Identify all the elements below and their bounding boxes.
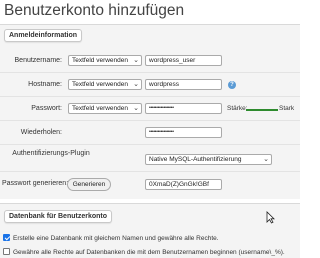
database-legend: Datenbank für Benutzerkonto: [4, 210, 113, 223]
username-label: Benutzername:: [14, 57, 62, 64]
grant-wildcard-label: Gewähre alle Rechte auf Datenbanken die …: [13, 249, 285, 256]
row-divider: [0, 144, 300, 145]
database-fieldset: Datenbank für Benutzerkonto Erstelle ein…: [0, 203, 300, 258]
create-database-option[interactable]: Erstelle eine Datenbank mit gleichem Nam…: [3, 234, 219, 242]
grant-wildcard-checkbox[interactable]: [3, 248, 10, 255]
create-database-checkbox[interactable]: [3, 234, 10, 241]
row-divider: [0, 96, 300, 97]
password-mode-value: Textfeld verwenden: [72, 105, 129, 112]
auth-plugin-select[interactable]: Native MySQL-Authentifizierung ⌄: [145, 154, 272, 165]
generate-password-label: Passwort generieren:: [2, 180, 69, 187]
generated-password-input[interactable]: 0XmaD(Z)GnGk!GBf: [145, 179, 222, 190]
strength-label: Stärke:: [227, 105, 248, 112]
chevron-down-icon: ⌄: [263, 156, 269, 163]
username-mode-select[interactable]: Textfeld verwenden ⌄: [68, 55, 142, 66]
hostname-mode-value: Textfeld verwenden: [72, 81, 129, 88]
row-divider: [0, 120, 300, 121]
generate-button[interactable]: Generieren: [67, 178, 111, 191]
hostname-mode-select[interactable]: Textfeld verwenden ⌄: [68, 79, 142, 90]
chevron-down-icon: ⌄: [133, 81, 139, 88]
auth-plugin-value: Native MySQL-Authentifizierung: [149, 156, 242, 163]
create-database-label: Erstelle eine Datenbank mit gleichem Nam…: [13, 235, 219, 242]
login-info-fieldset: Anmeldeinformation Benutzername: Textfel…: [0, 24, 300, 199]
grant-wildcard-option[interactable]: Gewähre alle Rechte auf Datenbanken die …: [3, 248, 285, 256]
password-strength-fill: [246, 109, 278, 111]
row-divider: [0, 171, 300, 172]
login-info-legend: Anmeldeinformation: [4, 29, 83, 42]
auth-plugin-label: Authentifizierungs-Plugin: [12, 150, 90, 157]
chevron-down-icon: ⌄: [133, 105, 139, 112]
chevron-down-icon: ⌄: [133, 57, 139, 64]
help-icon[interactable]: ?: [228, 81, 236, 89]
username-input[interactable]: wordpress_user: [145, 55, 222, 66]
repeat-label: Wiederholen:: [20, 129, 62, 136]
hostname-label: Hostname:: [28, 81, 62, 88]
hostname-input[interactable]: wordpress: [145, 79, 222, 90]
row-divider: [0, 72, 300, 73]
password-strength-meter: [246, 109, 278, 111]
username-mode-value: Textfeld verwenden: [72, 57, 129, 64]
strength-value: Stark: [279, 105, 295, 112]
repeat-password-input[interactable]: •••••••••••••••••: [145, 127, 222, 138]
password-label: Passwort:: [31, 105, 62, 112]
mouse-cursor-icon: [266, 211, 275, 224]
page-title: Benutzerkonto hinzufügen: [4, 2, 185, 19]
password-mode-select[interactable]: Textfeld verwenden ⌄: [68, 103, 142, 114]
password-input[interactable]: •••••••••••••••••: [145, 103, 222, 114]
